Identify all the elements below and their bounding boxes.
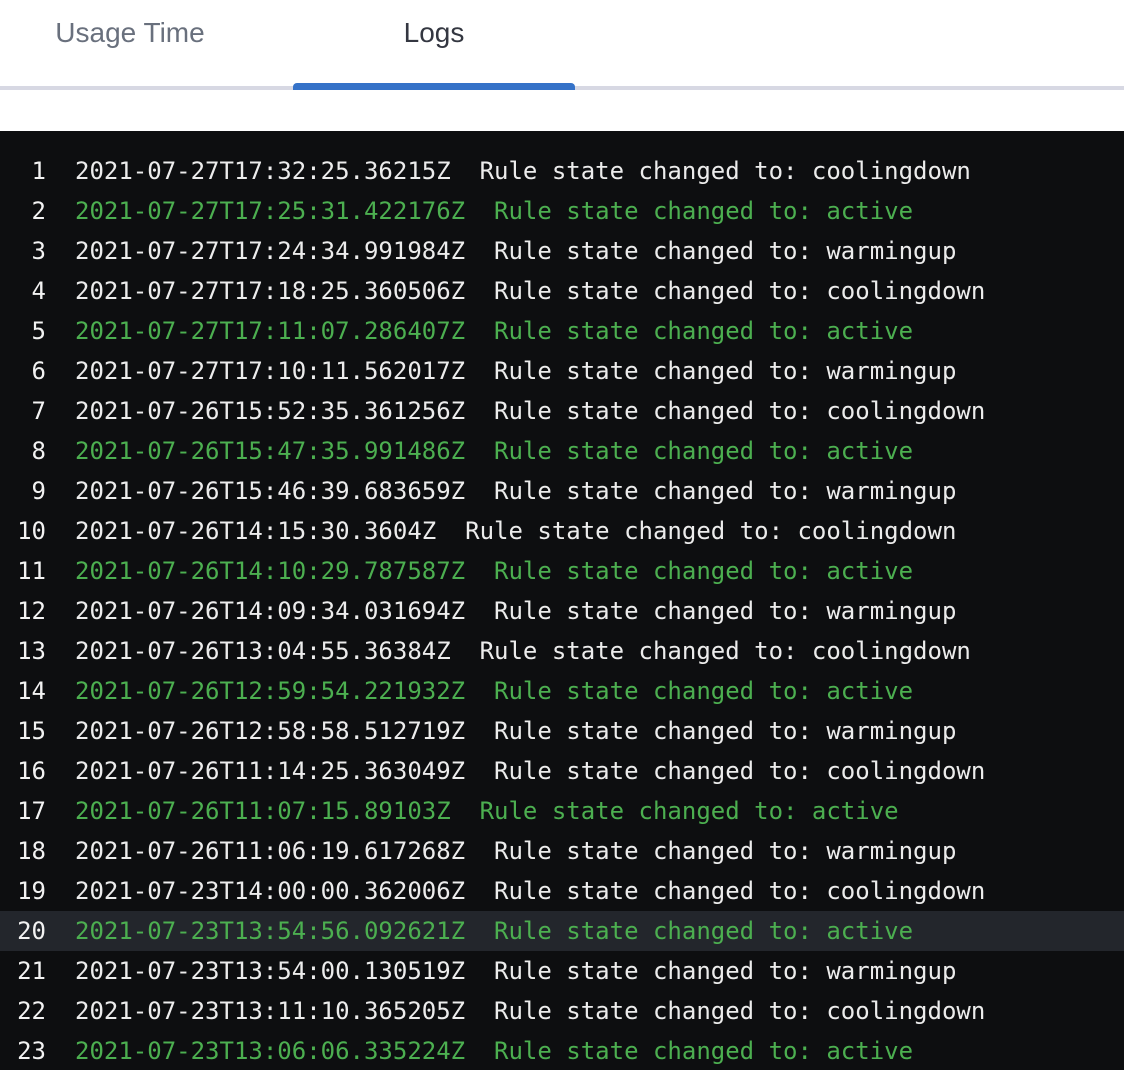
line-number: 17: [0, 791, 46, 831]
tab-bar: Usage Time Logs: [0, 0, 1124, 90]
log-line-text: 2021-07-27T17:10:11.562017Z Rule state c…: [75, 351, 956, 391]
line-number: 13: [0, 631, 46, 671]
log-row[interactable]: 19 2021-07-23T14:00:00.362006Z Rule stat…: [0, 871, 1124, 911]
log-row[interactable]: 18 2021-07-26T11:06:19.617268Z Rule stat…: [0, 831, 1124, 871]
line-number: 11: [0, 551, 46, 591]
log-line-text: 2021-07-27T17:25:31.422176Z Rule state c…: [75, 191, 913, 231]
log-line-text: 2021-07-27T17:18:25.360506Z Rule state c…: [75, 271, 985, 311]
log-row[interactable]: 17 2021-07-26T11:07:15.89103Z Rule state…: [0, 791, 1124, 831]
log-row[interactable]: 20 2021-07-23T13:54:56.092621Z Rule stat…: [0, 911, 1124, 951]
log-line-text: 2021-07-26T14:09:34.031694Z Rule state c…: [75, 591, 956, 631]
log-line-text: 2021-07-27T17:11:07.286407Z Rule state c…: [75, 311, 913, 351]
screen: Usage Time Logs 1 2021-07-27T17:32:25.36…: [0, 0, 1124, 1070]
line-number: 10: [0, 511, 46, 551]
line-number: 22: [0, 991, 46, 1031]
active-tab-indicator: [293, 83, 575, 90]
log-row[interactable]: 15 2021-07-26T12:58:58.512719Z Rule stat…: [0, 711, 1124, 751]
log-line-text: 2021-07-26T14:15:30.3604Z Rule state cha…: [75, 511, 956, 551]
line-number: 5: [0, 311, 46, 351]
line-number: 8: [0, 431, 46, 471]
tab-logs-label: Logs: [404, 17, 465, 49]
log-row[interactable]: 23 2021-07-23T13:06:06.335224Z Rule stat…: [0, 1031, 1124, 1070]
log-row[interactable]: 4 2021-07-27T17:18:25.360506Z Rule state…: [0, 271, 1124, 311]
log-line-text: 2021-07-23T13:54:00.130519Z Rule state c…: [75, 951, 956, 991]
log-line-text: 2021-07-26T12:59:54.221932Z Rule state c…: [75, 671, 913, 711]
log-line-text: 2021-07-26T14:10:29.787587Z Rule state c…: [75, 551, 913, 591]
log-row[interactable]: 5 2021-07-27T17:11:07.286407Z Rule state…: [0, 311, 1124, 351]
line-number: 3: [0, 231, 46, 271]
log-line-text: 2021-07-27T17:24:34.991984Z Rule state c…: [75, 231, 956, 271]
log-line-text: 2021-07-26T15:47:35.991486Z Rule state c…: [75, 431, 913, 471]
log-row[interactable]: 9 2021-07-26T15:46:39.683659Z Rule state…: [0, 471, 1124, 511]
line-number: 7: [0, 391, 46, 431]
log-row[interactable]: 11 2021-07-26T14:10:29.787587Z Rule stat…: [0, 551, 1124, 591]
line-number: 4: [0, 271, 46, 311]
log-viewer[interactable]: 1 2021-07-27T17:32:25.36215Z Rule state …: [0, 131, 1124, 1070]
log-line-text: 2021-07-26T13:04:55.36384Z Rule state ch…: [75, 631, 971, 671]
log-line-text: 2021-07-23T13:11:10.365205Z Rule state c…: [75, 991, 985, 1031]
log-row[interactable]: 10 2021-07-26T14:15:30.3604Z Rule state …: [0, 511, 1124, 551]
log-line-text: 2021-07-23T14:00:00.362006Z Rule state c…: [75, 871, 985, 911]
log-line-text: 2021-07-26T11:14:25.363049Z Rule state c…: [75, 751, 985, 791]
line-number: 9: [0, 471, 46, 511]
line-number: 14: [0, 671, 46, 711]
log-row[interactable]: 16 2021-07-26T11:14:25.363049Z Rule stat…: [0, 751, 1124, 791]
line-number: 1: [0, 151, 46, 191]
tab-usage-time[interactable]: Usage Time: [0, 0, 260, 90]
line-number: 23: [0, 1031, 46, 1070]
log-row[interactable]: 7 2021-07-26T15:52:35.361256Z Rule state…: [0, 391, 1124, 431]
log-line-text: 2021-07-26T12:58:58.512719Z Rule state c…: [75, 711, 956, 751]
line-number: 12: [0, 591, 46, 631]
log-line-text: 2021-07-26T15:46:39.683659Z Rule state c…: [75, 471, 956, 511]
tab-logs[interactable]: Logs: [293, 0, 575, 90]
line-number: 6: [0, 351, 46, 391]
line-number: 15: [0, 711, 46, 751]
line-number: 18: [0, 831, 46, 871]
log-row[interactable]: 6 2021-07-27T17:10:11.562017Z Rule state…: [0, 351, 1124, 391]
line-number: 21: [0, 951, 46, 991]
log-line-text: 2021-07-26T11:06:19.617268Z Rule state c…: [75, 831, 956, 871]
log-row[interactable]: 8 2021-07-26T15:47:35.991486Z Rule state…: [0, 431, 1124, 471]
line-number: 2: [0, 191, 46, 231]
log-line-text: 2021-07-26T11:07:15.89103Z Rule state ch…: [75, 791, 899, 831]
log-row[interactable]: 14 2021-07-26T12:59:54.221932Z Rule stat…: [0, 671, 1124, 711]
log-line-text: 2021-07-27T17:32:25.36215Z Rule state ch…: [75, 151, 971, 191]
log-row[interactable]: 22 2021-07-23T13:11:10.365205Z Rule stat…: [0, 991, 1124, 1031]
line-number: 20: [0, 911, 46, 951]
log-row[interactable]: 2 2021-07-27T17:25:31.422176Z Rule state…: [0, 191, 1124, 231]
log-row[interactable]: 12 2021-07-26T14:09:34.031694Z Rule stat…: [0, 591, 1124, 631]
log-row[interactable]: 13 2021-07-26T13:04:55.36384Z Rule state…: [0, 631, 1124, 671]
tab-usage-time-label: Usage Time: [55, 17, 204, 49]
log-row[interactable]: 21 2021-07-23T13:54:00.130519Z Rule stat…: [0, 951, 1124, 991]
log-line-text: 2021-07-23T13:06:06.335224Z Rule state c…: [75, 1031, 913, 1070]
log-line-text: 2021-07-23T13:54:56.092621Z Rule state c…: [75, 911, 913, 951]
log-row[interactable]: 1 2021-07-27T17:32:25.36215Z Rule state …: [0, 151, 1124, 191]
log-row[interactable]: 3 2021-07-27T17:24:34.991984Z Rule state…: [0, 231, 1124, 271]
log-line-text: 2021-07-26T15:52:35.361256Z Rule state c…: [75, 391, 985, 431]
line-number: 19: [0, 871, 46, 911]
line-number: 16: [0, 751, 46, 791]
